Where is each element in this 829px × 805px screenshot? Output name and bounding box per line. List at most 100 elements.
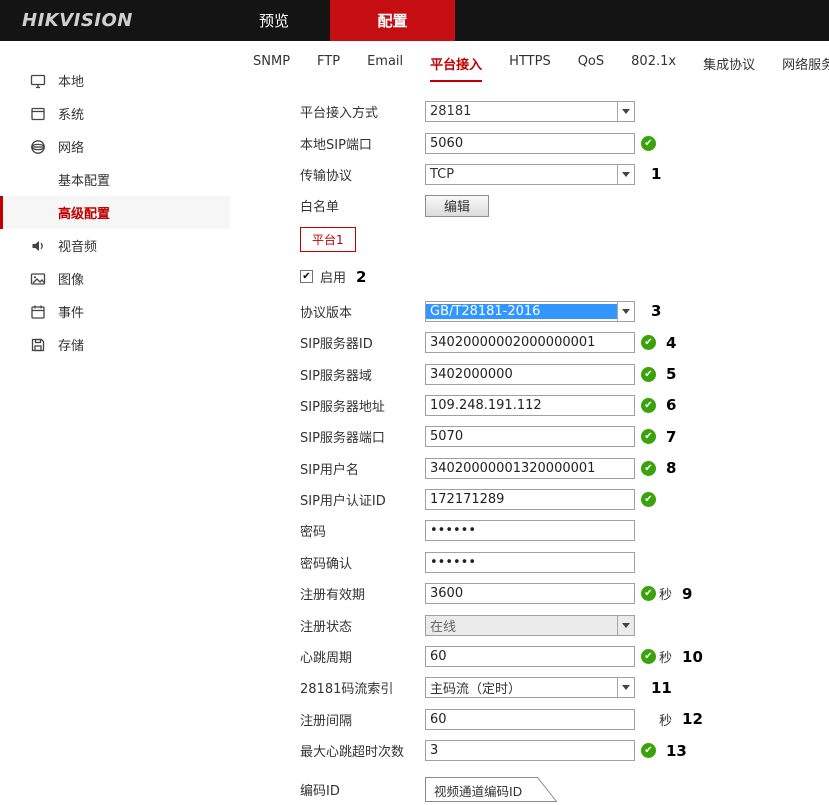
local-sip-port-input[interactable] xyxy=(425,133,635,154)
field-label: 注册间隔 xyxy=(300,710,425,729)
unit-label: 秒 xyxy=(659,584,672,603)
annotation-number: 12 xyxy=(682,710,703,728)
stream-index-select[interactable]: 主码流（定时） xyxy=(425,677,635,698)
max-heartbeat-timeout-input[interactable] xyxy=(425,740,635,761)
annotation-number: 9 xyxy=(682,585,692,603)
sidebar-item-label: 系统 xyxy=(58,104,84,123)
edit-button[interactable]: 编辑 xyxy=(425,195,489,217)
main-layout: 本地 系统 网络 基本配置 高级配置 xyxy=(0,41,829,805)
annotation-number: 11 xyxy=(651,679,672,697)
sip-server-domain-input[interactable] xyxy=(425,364,635,385)
sidebar-item-basic-config[interactable]: 基本配置 xyxy=(0,163,230,196)
field-label: SIP服务器端口 xyxy=(300,427,425,446)
field-label: 本地SIP端口 xyxy=(300,134,425,153)
globe-icon xyxy=(30,139,46,155)
sip-auth-id-input[interactable] xyxy=(425,489,635,510)
field-label: 密码 xyxy=(300,521,425,540)
row-local-sip-port: 本地SIP端口 ✔ xyxy=(244,127,829,158)
field-label: 28181码流索引 xyxy=(300,678,425,697)
platform1-tab[interactable]: 平台1 xyxy=(300,227,356,252)
tab-ftp[interactable]: FTP xyxy=(317,54,340,76)
field-label: 注册有效期 xyxy=(300,584,425,603)
valid-check-icon: ✔ xyxy=(641,429,656,444)
tab-platform-access[interactable]: 平台接入 xyxy=(430,54,482,82)
sidebar-item-advanced-config[interactable]: 高级配置 xyxy=(0,196,230,229)
nav-preview[interactable]: 预览 xyxy=(218,0,330,41)
valid-check-icon: ✔ xyxy=(641,492,656,507)
select-value: 28181 xyxy=(426,104,617,119)
sidebar-item-video-audio[interactable]: 视音频 xyxy=(0,229,230,262)
registration-interval-input[interactable] xyxy=(425,709,635,730)
heartbeat-interval-input[interactable] xyxy=(425,646,635,667)
annotation-number: 4 xyxy=(666,334,676,352)
enable-checkbox[interactable]: ✔ xyxy=(300,270,313,283)
field-label: 心跳周期 xyxy=(300,647,425,666)
tab-snmp[interactable]: SNMP xyxy=(253,54,290,76)
sidebar-item-storage[interactable]: 存储 xyxy=(0,328,230,361)
valid-check-icon: ✔ xyxy=(641,398,656,413)
annotation-number: 1 xyxy=(651,165,661,183)
select-value-highlighted: GB/T28181-2016 xyxy=(426,304,617,319)
sip-server-id-input[interactable] xyxy=(425,332,635,353)
row-sip-server-domain: SIP服务器域 ✔ 5 xyxy=(244,358,829,389)
tab-email[interactable]: Email xyxy=(367,54,403,76)
sidebar-item-event[interactable]: 事件 xyxy=(0,295,230,328)
row-reg-interval: 注册间隔 秒 12 xyxy=(244,704,829,735)
sidebar-item-image[interactable]: 图像 xyxy=(0,262,230,295)
unit-label: 秒 xyxy=(659,647,672,666)
chevron-down-icon xyxy=(617,678,634,697)
row-whitelist: 白名单 编辑 xyxy=(244,190,829,221)
registration-status-select: 在线 xyxy=(425,615,635,636)
row-protocol-version: 协议版本 GB/T28181-2016 3 xyxy=(244,296,829,327)
annotation-number: 6 xyxy=(666,396,676,414)
field-label: 协议版本 xyxy=(300,302,425,321)
sidebar-item-network[interactable]: 网络 xyxy=(0,130,230,163)
sip-server-port-input[interactable] xyxy=(425,426,635,447)
sidebar-item-label: 网络 xyxy=(58,137,84,156)
sip-username-input[interactable] xyxy=(425,458,635,479)
tab-network-service[interactable]: 网络服务 xyxy=(782,54,829,80)
row-reg-validity: 注册有效期 ✔ 秒 9 xyxy=(244,578,829,609)
select-value: 在线 xyxy=(426,616,617,635)
picture-icon xyxy=(30,271,46,287)
sidebar-item-label: 图像 xyxy=(58,269,84,288)
transport-select[interactable]: TCP xyxy=(425,164,635,185)
field-label: 传输协议 xyxy=(300,165,425,184)
password-input[interactable] xyxy=(425,520,635,541)
sip-server-address-input[interactable] xyxy=(425,395,635,416)
tab-https[interactable]: HTTPS xyxy=(509,54,551,76)
field-label: 平台接入方式 xyxy=(300,102,425,121)
annotation-number: 10 xyxy=(682,648,703,666)
platform-access-form: 平台接入方式 28181 本地SIP端口 ✔ 传输协议 TCP xyxy=(244,84,829,805)
field-label: SIP服务器ID xyxy=(300,333,425,352)
valid-check-icon: ✔ xyxy=(641,649,656,664)
field-label: SIP用户名 xyxy=(300,459,425,478)
sidebar-item-local[interactable]: 本地 xyxy=(0,64,230,97)
registration-validity-input[interactable] xyxy=(425,583,635,604)
row-max-heartbeat-timeout: 最大心跳超时次数 ✔ 13 xyxy=(244,735,829,766)
row-password: 密码 xyxy=(244,515,829,546)
protocol-version-select[interactable]: GB/T28181-2016 xyxy=(425,301,635,322)
field-label: 注册状态 xyxy=(300,616,425,635)
field-label: 白名单 xyxy=(300,196,425,215)
sidebar-item-label: 存储 xyxy=(58,335,84,354)
tab-integration-protocol[interactable]: 集成协议 xyxy=(703,54,755,80)
sidebar-item-label: 视音频 xyxy=(58,236,97,255)
annotation-number: 13 xyxy=(666,742,687,760)
video-channel-encode-id-tab[interactable]: 视频通道编码ID xyxy=(425,777,557,802)
select-value: 主码流（定时） xyxy=(426,678,617,697)
nav-config[interactable]: 配置 xyxy=(330,0,455,41)
sidebar: 本地 系统 网络 基本配置 高级配置 xyxy=(0,41,230,805)
tab-8021x[interactable]: 802.1x xyxy=(631,54,676,76)
sidebar-item-system[interactable]: 系统 xyxy=(0,97,230,130)
row-password-confirm: 密码确认 xyxy=(244,547,829,578)
password-confirm-input[interactable] xyxy=(425,552,635,573)
row-sip-auth-id: SIP用户认证ID ✔ xyxy=(244,484,829,515)
row-enable: ✔ 启用 2 xyxy=(244,258,829,296)
tab-qos[interactable]: QoS xyxy=(578,54,604,76)
annotation-number: 8 xyxy=(666,459,676,477)
access-mode-select[interactable]: 28181 xyxy=(425,101,635,122)
valid-check-icon: ✔ xyxy=(641,136,656,151)
select-value: TCP xyxy=(426,167,617,182)
valid-check-icon: ✔ xyxy=(641,743,656,758)
